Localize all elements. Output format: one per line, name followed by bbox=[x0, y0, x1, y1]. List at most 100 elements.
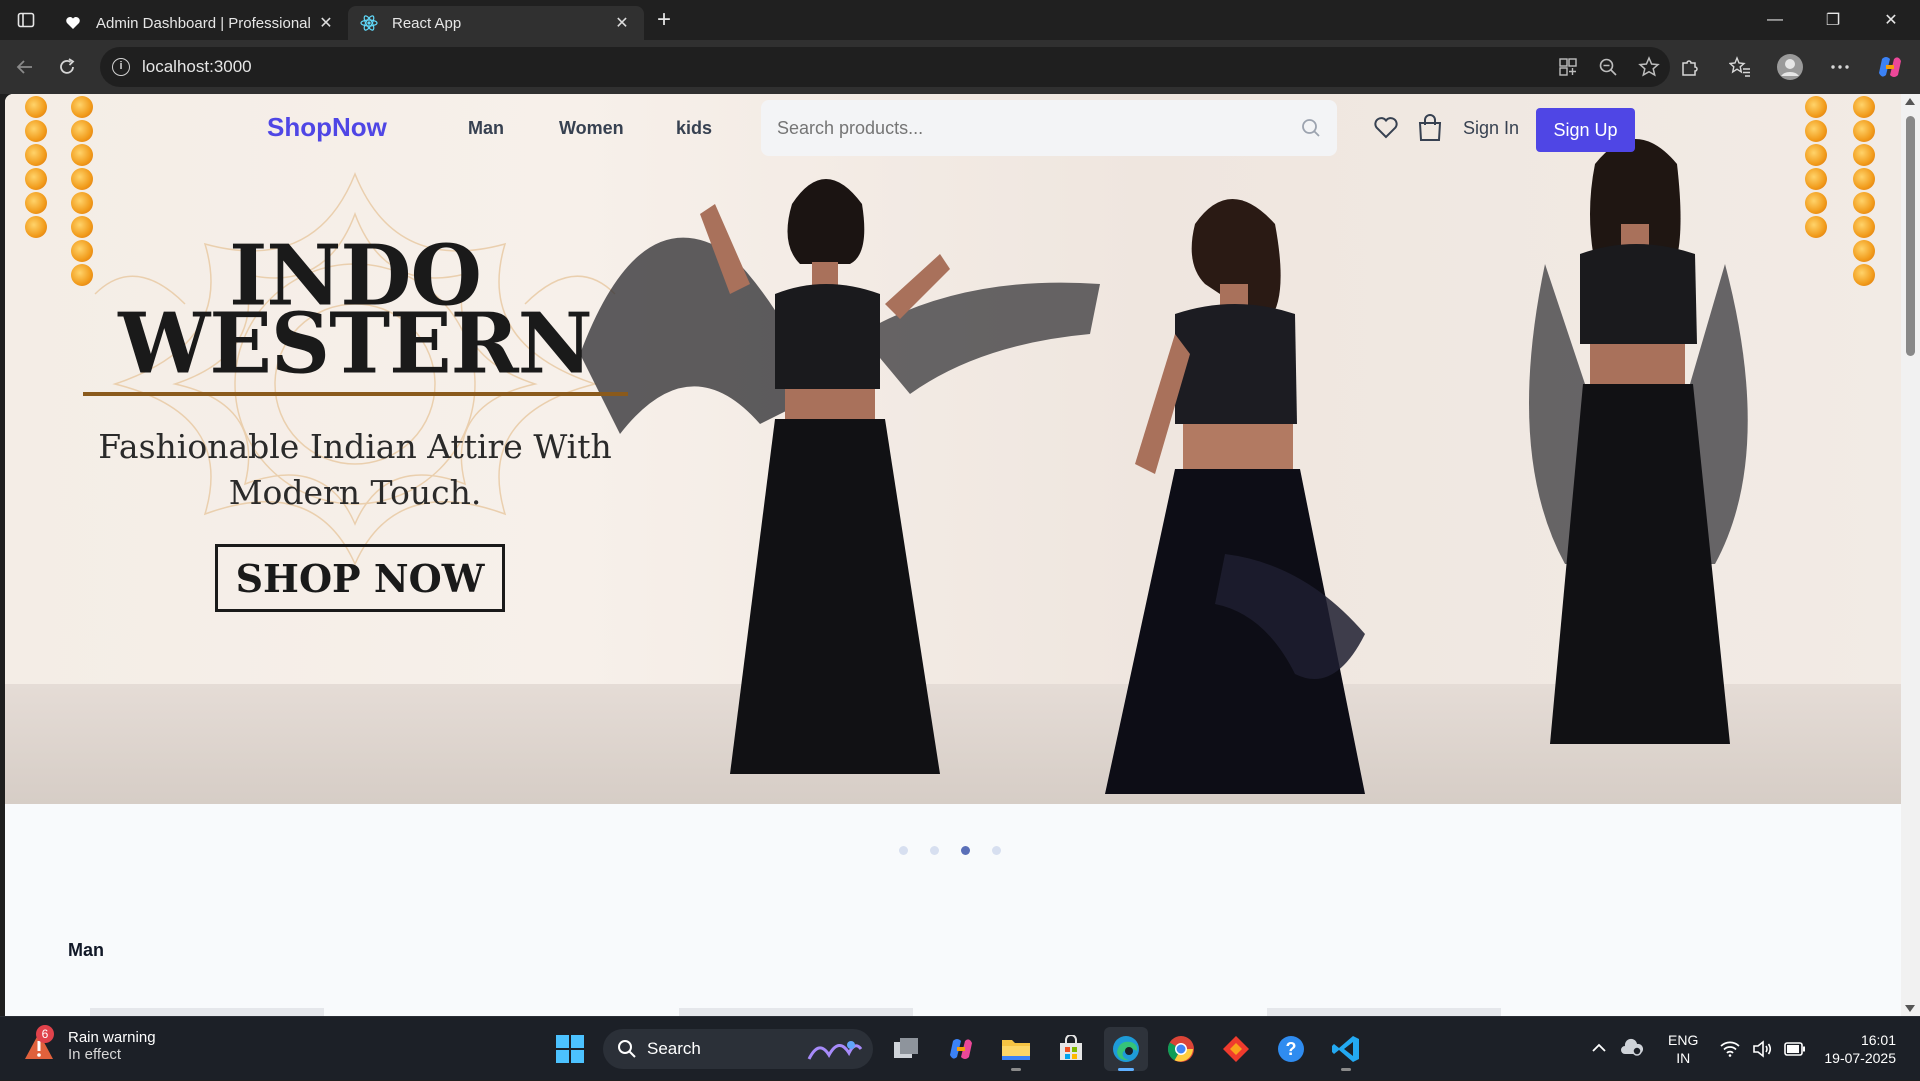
help-button[interactable]: ? bbox=[1269, 1027, 1313, 1071]
carousel-dot-4[interactable] bbox=[992, 846, 1001, 855]
copilot-button[interactable] bbox=[1872, 49, 1908, 85]
hero-title-line2: WESTERN bbox=[118, 295, 592, 393]
product-card-3[interactable] bbox=[1267, 1008, 1501, 1016]
model-figure-3-image bbox=[1529, 139, 1748, 744]
tab-actions-button[interactable] bbox=[0, 0, 52, 40]
weather-widget[interactable]: 6 Rain warning In effect bbox=[22, 1025, 156, 1063]
hero-subtitle-line1: Fashionable Indian Attire With bbox=[98, 427, 612, 466]
browser-tab-bar: Admin Dashboard | Professional M ✕ React… bbox=[0, 0, 1920, 40]
running-indicator bbox=[1341, 1068, 1351, 1071]
favorites-button[interactable] bbox=[1722, 49, 1758, 85]
page-scrollbar[interactable] bbox=[1901, 94, 1920, 1016]
extensions-button[interactable] bbox=[1672, 49, 1708, 85]
reload-button[interactable] bbox=[46, 47, 88, 87]
search-icon[interactable] bbox=[1301, 118, 1321, 138]
wishlist-heart-icon[interactable] bbox=[1373, 116, 1399, 140]
edge-icon bbox=[1113, 1036, 1139, 1062]
carousel-dot-1[interactable] bbox=[899, 846, 908, 855]
favorite-star-icon[interactable] bbox=[1638, 56, 1660, 78]
edge-browser-button[interactable] bbox=[1104, 1027, 1148, 1071]
region-code: IN bbox=[1676, 1050, 1691, 1066]
address-bar[interactable]: i localhost:3000 bbox=[100, 47, 1670, 87]
nav-link-man[interactable]: Man bbox=[468, 118, 504, 139]
active-indicator bbox=[1118, 1068, 1134, 1071]
address-url: localhost:3000 bbox=[142, 57, 252, 76]
address-toolbar: i localhost:3000 bbox=[0, 40, 1920, 94]
weather-subtitle: In effect bbox=[68, 1046, 122, 1063]
scrollbar-thumb[interactable] bbox=[1906, 116, 1915, 356]
profile-button[interactable] bbox=[1772, 49, 1808, 85]
product-search-input[interactable] bbox=[777, 117, 1297, 139]
more-options-button[interactable] bbox=[1822, 49, 1858, 85]
hero-banner: INDO WESTERN Fashionable Indian Attire W… bbox=[5, 94, 1901, 804]
tab-title: React App bbox=[392, 14, 462, 32]
restore-button[interactable]: ❐ bbox=[1804, 0, 1862, 40]
close-window-button[interactable]: ✕ bbox=[1862, 0, 1920, 40]
running-indicator bbox=[1011, 1068, 1021, 1071]
carousel-dots bbox=[899, 846, 1001, 855]
back-arrow-icon bbox=[16, 60, 32, 74]
clock[interactable]: 16:01 19-07-2025 bbox=[1824, 1031, 1896, 1067]
profile-avatar-icon bbox=[1777, 54, 1803, 80]
zoom-out-icon[interactable] bbox=[1598, 57, 1618, 77]
back-button[interactable] bbox=[4, 47, 46, 87]
task-view-button[interactable] bbox=[884, 1027, 928, 1071]
product-card-2[interactable] bbox=[679, 1008, 913, 1016]
onedrive-button[interactable] bbox=[1614, 1038, 1650, 1061]
reload-icon bbox=[60, 58, 75, 74]
minimize-button[interactable]: — bbox=[1746, 0, 1804, 40]
sign-up-button[interactable]: Sign Up bbox=[1536, 108, 1635, 152]
site-info-icon[interactable]: i bbox=[112, 58, 130, 76]
windows-logo-icon bbox=[556, 1035, 584, 1063]
carousel-dot-2[interactable] bbox=[930, 846, 939, 855]
product-card-1[interactable] bbox=[90, 1008, 324, 1016]
tab-close-button[interactable]: ✕ bbox=[612, 13, 632, 33]
site-navbar: ShopNow Man Women kids Sign In Sign Up bbox=[5, 94, 1901, 160]
scroll-down-arrow-icon[interactable] bbox=[1905, 1005, 1915, 1012]
app-available-icon[interactable] bbox=[1558, 57, 1578, 77]
language-indicator[interactable]: ENG IN bbox=[1668, 1031, 1698, 1067]
vscode-icon bbox=[1332, 1036, 1359, 1062]
start-button[interactable] bbox=[548, 1027, 592, 1071]
search-highlight-icon bbox=[807, 1041, 863, 1060]
windows-taskbar: 6 Rain warning In effect Search ? ENG IN… bbox=[0, 1016, 1920, 1080]
system-tray: ENG IN 16:01 19-07-2025 bbox=[1584, 1017, 1920, 1081]
react-favicon-icon bbox=[360, 14, 378, 32]
task-view-icon bbox=[894, 1038, 918, 1058]
tab-actions-icon bbox=[17, 12, 35, 28]
quick-settings-button[interactable] bbox=[1720, 1040, 1806, 1058]
nav-link-women[interactable]: Women bbox=[559, 118, 624, 139]
tab-close-button[interactable]: ✕ bbox=[316, 13, 336, 33]
show-hidden-icons-button[interactable] bbox=[1584, 1040, 1614, 1058]
microsoft-store-button[interactable] bbox=[1049, 1027, 1093, 1071]
tab-admin-dashboard[interactable]: Admin Dashboard | Professional M ✕ bbox=[52, 6, 348, 40]
vscode-button[interactable] bbox=[1324, 1027, 1368, 1071]
tab-react-app[interactable]: React App ✕ bbox=[348, 6, 644, 40]
heart-favicon-icon bbox=[64, 14, 82, 32]
copilot-icon bbox=[1879, 57, 1901, 77]
sign-in-link[interactable]: Sign In bbox=[1463, 118, 1519, 139]
anydesk-button[interactable] bbox=[1214, 1027, 1258, 1071]
search-icon bbox=[618, 1040, 636, 1058]
chrome-button[interactable] bbox=[1159, 1027, 1203, 1071]
nav-link-kids[interactable]: kids bbox=[676, 118, 712, 139]
copilot-taskbar-button[interactable] bbox=[939, 1027, 983, 1071]
file-explorer-button[interactable] bbox=[994, 1027, 1038, 1071]
tab-title: Admin Dashboard | Professional M bbox=[96, 14, 316, 32]
svg-text:?: ? bbox=[1286, 1039, 1297, 1059]
cloud-sync-icon bbox=[1621, 1038, 1644, 1056]
scroll-up-arrow-icon[interactable] bbox=[1905, 98, 1915, 105]
window-controls: — ❐ ✕ bbox=[1746, 0, 1920, 40]
battery-icon bbox=[1784, 1042, 1806, 1056]
carousel-dot-3[interactable] bbox=[961, 846, 970, 855]
shopping-bag-icon[interactable] bbox=[1417, 114, 1443, 142]
clock-time: 16:01 bbox=[1860, 1032, 1896, 1048]
taskbar-search[interactable]: Search bbox=[603, 1029, 873, 1069]
weather-title: Rain warning bbox=[68, 1029, 156, 1046]
product-search-box bbox=[761, 100, 1337, 156]
new-tab-button[interactable]: + bbox=[644, 0, 684, 40]
shop-now-button[interactable]: SHOP NOW bbox=[215, 544, 505, 612]
brand-logo[interactable]: ShopNow bbox=[267, 112, 387, 143]
favorites-list-icon bbox=[1729, 56, 1750, 77]
chevron-up-icon bbox=[1592, 1043, 1606, 1052]
